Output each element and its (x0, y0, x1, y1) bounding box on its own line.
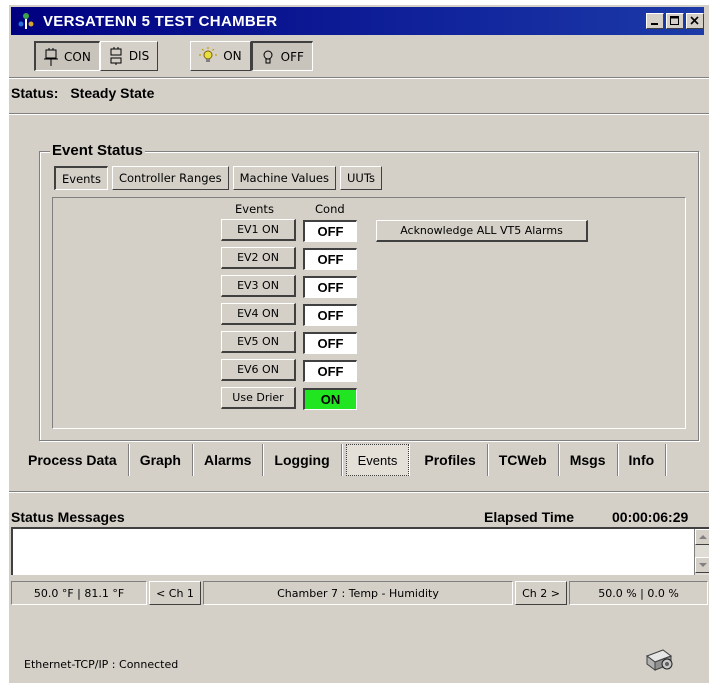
light-off-button[interactable]: OFF (250, 41, 313, 71)
divider (9, 491, 709, 493)
ev5-on-button[interactable]: EV5 ON (221, 331, 296, 353)
subtab-events[interactable]: Events (54, 166, 108, 190)
channel-1-temps: 50.0 °F | 81.1 °F (11, 581, 147, 605)
window-title: VERSATENN 5 TEST CHAMBER (43, 12, 278, 30)
light-on-label: ON (223, 49, 242, 63)
tab-alarms[interactable]: Alarms (193, 444, 264, 476)
ev4-cond: OFF (303, 304, 357, 326)
elapsed-time-value: 00:00:06:29 (612, 509, 689, 525)
close-icon (690, 16, 699, 25)
subtab-bar: Events Controller Ranges Machine Values … (54, 166, 382, 190)
toolbar: CON DIS ON OFF (34, 41, 313, 73)
tab-tcweb[interactable]: TCWeb (488, 444, 559, 476)
status-value: Steady State (70, 85, 155, 101)
event-status-title: Event Status (50, 142, 145, 159)
tab-msgs[interactable]: Msgs (559, 444, 618, 476)
ev6-on-button[interactable]: EV6 ON (221, 359, 296, 381)
light-toggle-group: ON OFF (190, 41, 313, 73)
tab-logging[interactable]: Logging (263, 444, 342, 476)
ev6-cond: OFF (303, 360, 357, 382)
status-messages-title: Status Messages (11, 509, 125, 525)
connection-toggle-group: CON DIS (34, 41, 159, 73)
divider (9, 113, 709, 115)
ev2-on-button[interactable]: EV2 ON (221, 247, 296, 269)
subtab-machine-values[interactable]: Machine Values (232, 166, 336, 190)
ev4-on-button[interactable]: EV4 ON (221, 303, 296, 325)
ev5-cond: OFF (303, 332, 357, 354)
divider (9, 77, 709, 79)
light-off-label: OFF (280, 49, 304, 64)
subtab-uuts[interactable]: UUTs (339, 166, 382, 190)
event-status-group: Event Status Events Controller Ranges Ma… (39, 142, 699, 441)
tab-graph[interactable]: Graph (129, 444, 193, 476)
scroll-up-button[interactable] (695, 529, 709, 545)
disconnect-button[interactable]: DIS (99, 41, 159, 71)
minimize-icon (651, 23, 658, 25)
chamber-name: Chamber 7 : Temp - Humidity (203, 581, 513, 605)
app-icon (18, 13, 34, 29)
connection-status: Ethernet-TCP/IP : Connected (24, 658, 179, 671)
maximize-icon (670, 16, 679, 25)
channel-1-button[interactable]: < Ch 1 (149, 581, 201, 605)
status-messages-box[interactable] (11, 527, 709, 575)
use-drier-cond: ON (303, 388, 357, 410)
channel-2-button[interactable]: Ch 2 > (515, 581, 567, 605)
tab-profiles[interactable]: Profiles (413, 444, 488, 476)
ev1-on-button[interactable]: EV1 ON (221, 219, 296, 241)
ev1-cond: OFF (303, 220, 357, 242)
connect-button[interactable]: CON (34, 41, 100, 71)
arrow-up-icon (699, 535, 707, 539)
cond-column-header: Cond (315, 202, 345, 216)
events-panel: Events Cond EV1 ON OFF EV2 ON OFF EV3 ON… (52, 197, 686, 429)
status-messages-header: Status Messages Elapsed Time 00:00:06:29 (9, 505, 709, 529)
tab-events[interactable]: Events (345, 444, 410, 476)
plug-disconnected-icon (110, 47, 122, 65)
main-tab-bar: Process Data Graph Alarms Logging Events… (17, 440, 707, 480)
scroll-down-button[interactable] (695, 557, 709, 573)
elapsed-time-label: Elapsed Time (484, 509, 575, 525)
subtab-controller-ranges[interactable]: Controller Ranges (111, 166, 229, 190)
ev3-cond: OFF (303, 276, 357, 298)
status-label: Status: (11, 85, 59, 101)
network-connection-icon (645, 649, 673, 671)
status-bar: 50.0 °F | 81.1 °F < Ch 1 Chamber 7 : Tem… (11, 581, 709, 607)
status-messages-scrollbar[interactable] (694, 529, 709, 575)
title-bar[interactable]: VERSATENN 5 TEST CHAMBER (11, 7, 704, 35)
connect-label: CON (64, 49, 91, 64)
tab-process-data[interactable]: Process Data (17, 444, 129, 476)
ev3-on-button[interactable]: EV3 ON (221, 275, 296, 297)
main-window: VERSATENN 5 TEST CHAMBER CON DIS ON OFF … (8, 4, 709, 683)
disconnect-label: DIS (128, 49, 150, 63)
maximize-button[interactable] (666, 13, 684, 29)
plug-connected-icon (44, 47, 58, 66)
lightbulb-off-icon (263, 50, 273, 63)
arrow-down-icon (699, 563, 707, 567)
minimize-button[interactable] (646, 13, 664, 29)
status-line: Status: Steady State (11, 85, 154, 101)
channel-2-values: 50.0 % | 0.0 % (569, 581, 708, 605)
lightbulb-on-icon (199, 47, 218, 62)
tab-info[interactable]: Info (618, 444, 667, 476)
use-drier-button[interactable]: Use Drier (221, 387, 296, 409)
close-button[interactable] (686, 13, 704, 29)
acknowledge-alarms-button[interactable]: Acknowledge ALL VT5 Alarms (376, 220, 588, 242)
light-on-button[interactable]: ON (190, 41, 251, 71)
events-column-header: Events (235, 202, 274, 216)
ev2-cond: OFF (303, 248, 357, 270)
